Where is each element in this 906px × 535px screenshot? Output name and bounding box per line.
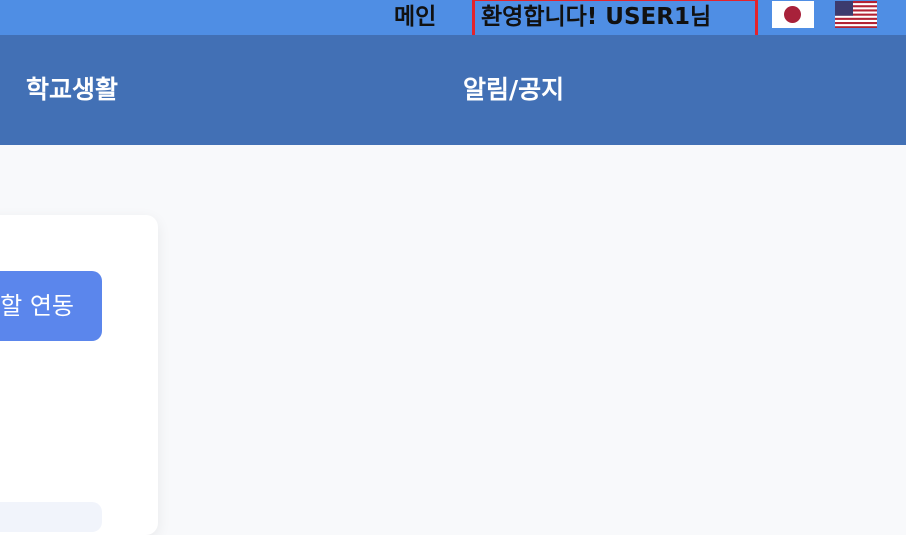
japan-flag-circle [784, 6, 801, 23]
main-link[interactable]: 메인 [394, 0, 436, 35]
link-button[interactable]: 할 연동 [0, 271, 102, 341]
top-bar: 메인 환영합니다! USER1님 [0, 0, 906, 38]
nav-item-school-life[interactable]: 학교생활 [26, 70, 118, 110]
nav-item-notices[interactable]: 알림/공지 [463, 70, 564, 110]
card-sub-panel [0, 502, 102, 532]
japan-flag-icon[interactable] [772, 1, 814, 28]
welcome-message: 환영합니다! USER1님 [472, 0, 758, 38]
us-flag-icon[interactable] [835, 1, 877, 28]
main-nav: 학교생활 알림/공지 [0, 35, 906, 145]
content-card [0, 215, 158, 535]
